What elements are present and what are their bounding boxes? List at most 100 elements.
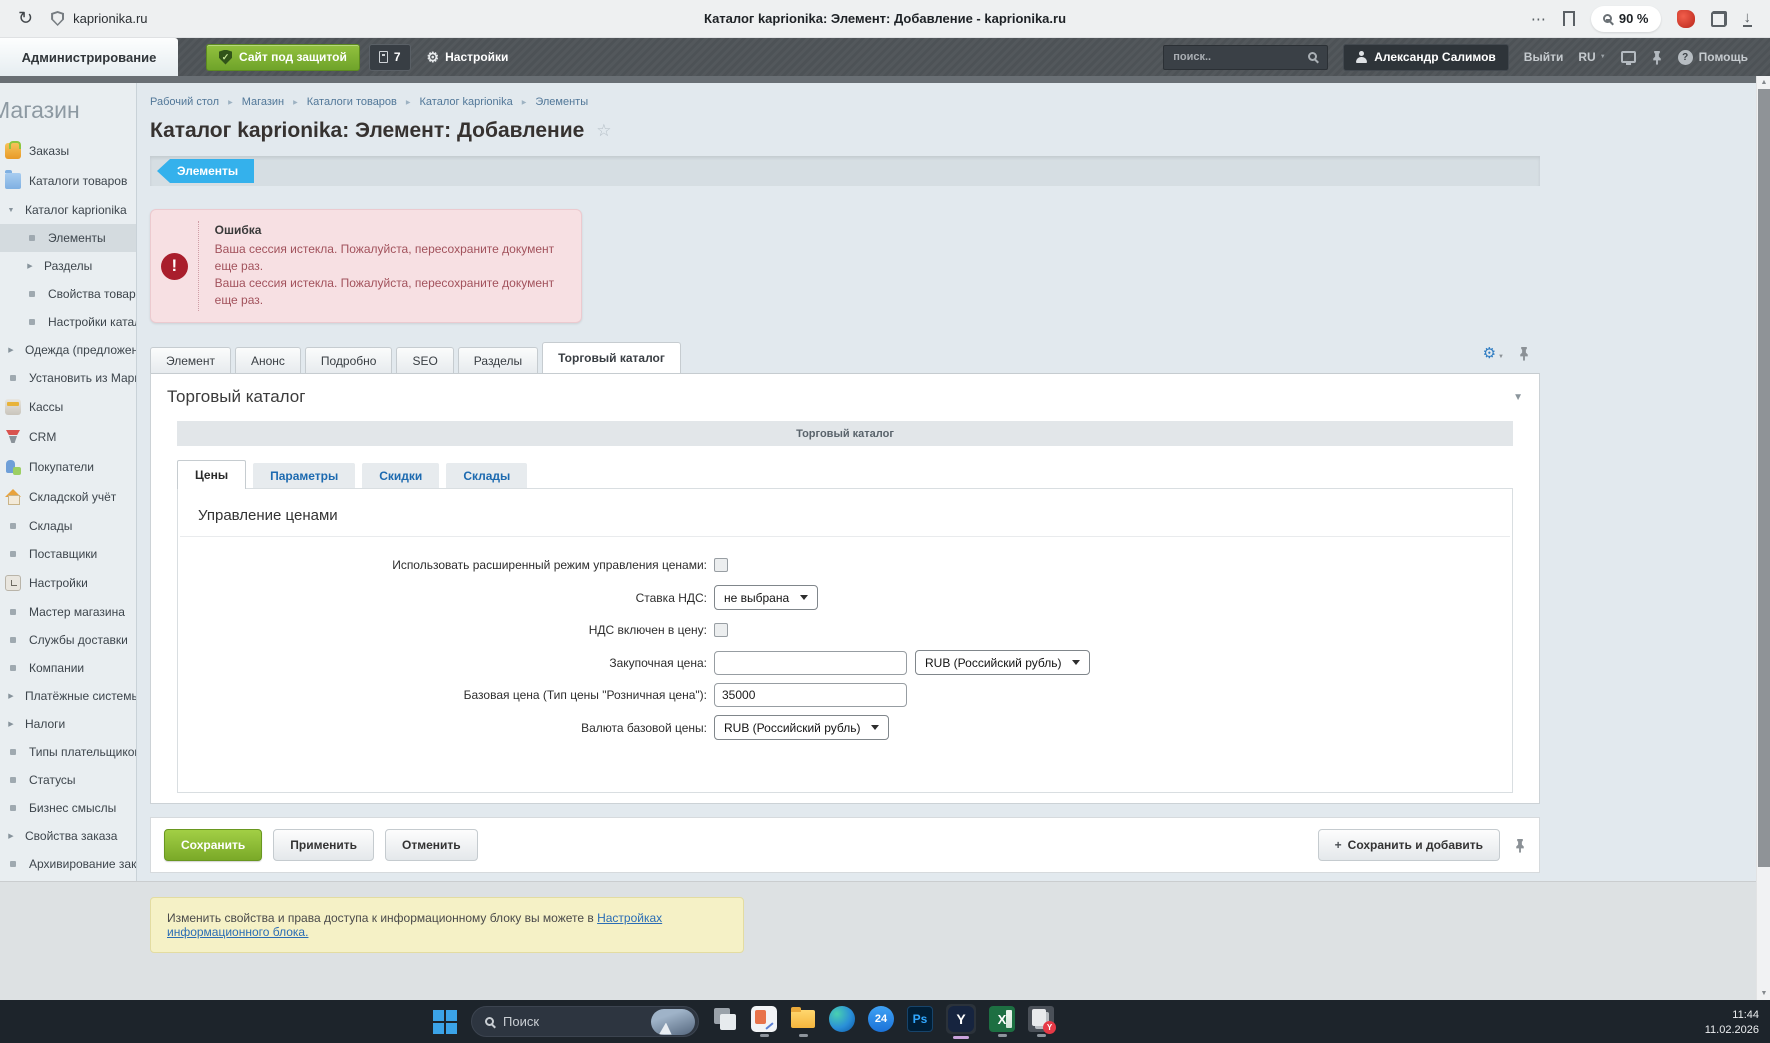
taskbar-clock[interactable]: 11:44 11.02.2026 xyxy=(1705,1008,1759,1038)
yandex-browser-button[interactable]: Y xyxy=(946,1004,976,1039)
breadcrumb-link[interactable]: Элементы xyxy=(535,96,588,108)
task-view-button[interactable] xyxy=(712,1006,738,1037)
filter-tag-elements[interactable]: Элементы xyxy=(157,159,254,183)
sidebar-item-install-marketplace[interactable]: Установить из Маркетпла xyxy=(0,364,136,392)
excel-button[interactable]: X xyxy=(989,1006,1015,1037)
pin-icon[interactable] xyxy=(1514,838,1526,853)
collapse-section-icon[interactable]: ▼ xyxy=(1513,392,1523,403)
bookmark-icon[interactable] xyxy=(1563,11,1575,26)
purchase-price-input[interactable] xyxy=(714,651,907,675)
breadcrumb-link[interactable]: Каталоги товаров xyxy=(307,96,397,108)
breadcrumb-link[interactable]: Каталог kaprionika xyxy=(420,96,513,108)
zoom-control[interactable]: 90 % xyxy=(1591,6,1661,32)
sidebar-item-product-properties[interactable]: Свойства товаров xyxy=(0,280,136,308)
save-and-add-button[interactable]: +Сохранить и добавить xyxy=(1318,829,1500,861)
cloud-app-button[interactable]: 24 xyxy=(868,1006,894,1037)
page-scrollbar[interactable]: ▲ ▼ xyxy=(1756,76,1770,1000)
sidebar-item-companies[interactable]: Компании xyxy=(0,654,136,682)
tab-details[interactable]: Подробно xyxy=(305,347,393,373)
weather-widget[interactable] xyxy=(651,1009,695,1035)
subtab-prices[interactable]: Цены xyxy=(177,460,246,489)
scrollbar-thumb[interactable] xyxy=(1758,89,1770,867)
taskbar-search[interactable]: Поиск xyxy=(471,1006,699,1037)
all-tabs-icon[interactable] xyxy=(1711,11,1727,27)
pin-icon[interactable] xyxy=(1518,346,1530,361)
sidebar-item-warehouses[interactable]: Склады xyxy=(0,512,136,540)
cancel-button[interactable]: Отменить xyxy=(385,829,478,861)
sidebar-item-statuses[interactable]: Статусы xyxy=(0,766,136,794)
sidebar-item-shop-wizard[interactable]: Мастер магазина xyxy=(0,598,136,626)
subtab-parameters[interactable]: Параметры xyxy=(253,463,355,488)
sidebar-item-payment-systems[interactable]: ▶Платёжные системы xyxy=(0,682,136,710)
vat-included-checkbox[interactable] xyxy=(714,623,728,637)
plus-icon: + xyxy=(1335,838,1342,852)
site-protected-button[interactable]: ✓ Сайт под защитой xyxy=(206,44,360,71)
sidebar-item-taxes[interactable]: ▶Налоги xyxy=(0,710,136,738)
purchase-currency-select[interactable]: RUB (Российский рубль) xyxy=(915,650,1090,675)
base-currency-select[interactable]: RUB (Российский рубль) xyxy=(714,715,889,740)
tab-seo[interactable]: SEO xyxy=(396,347,453,373)
tab-element[interactable]: Элемент xyxy=(150,347,231,373)
info-note-text: Изменить свойства и права доступа к инфо… xyxy=(167,911,597,925)
favorite-star-icon[interactable]: ☆ xyxy=(596,121,611,141)
save-button[interactable]: Сохранить xyxy=(164,829,262,861)
windows-taskbar: Поиск 24 Ps Y X 11:44 11.02.2026 xyxy=(0,1000,1770,1043)
admin-settings-button[interactable]: ⚙ Настройки xyxy=(427,49,509,66)
sidebar-item-customers[interactable]: Покупатели xyxy=(0,452,136,482)
scroll-down-icon[interactable]: ▼ xyxy=(1757,987,1770,1000)
photoshop-button[interactable]: Ps xyxy=(907,1006,933,1037)
sidebar-item-crm[interactable]: CRM xyxy=(0,422,136,452)
pin-icon[interactable] xyxy=(1651,50,1663,65)
sidebar-item-clothes-offers[interactable]: ▶Одежда (предложения) xyxy=(0,336,136,364)
admin-mode-tab[interactable]: Администрирование xyxy=(0,38,178,76)
sidebar-item-catalog-settings[interactable]: Настройки каталога xyxy=(0,308,136,336)
address-bar[interactable]: kaprionika.ru xyxy=(51,11,147,26)
reload-icon[interactable]: ↻ xyxy=(18,8,33,29)
current-user-button[interactable]: Александр Салимов xyxy=(1343,44,1509,71)
breadcrumb-link[interactable]: Рабочий стол xyxy=(150,96,219,108)
sidebar-item-cash-registers[interactable]: Кассы xyxy=(0,392,136,422)
sidebar-item-sections[interactable]: ▶Разделы xyxy=(0,252,136,280)
sidebar-item-catalog-kaprionika[interactable]: ▼Каталог kaprionika xyxy=(0,196,136,224)
tab-announce[interactable]: Анонс xyxy=(235,347,301,373)
yandex-docs-button[interactable] xyxy=(1028,1006,1054,1037)
base-price-input[interactable] xyxy=(714,683,907,707)
sidebar-item-settings[interactable]: Настройки xyxy=(0,568,136,598)
start-button[interactable] xyxy=(432,1009,458,1035)
sidebar-item-payer-types[interactable]: Типы плательщиков xyxy=(0,738,136,766)
breadcrumb-link[interactable]: Магазин xyxy=(242,96,284,108)
tab-sections[interactable]: Разделы xyxy=(458,347,538,373)
notifications-counter[interactable]: 7 xyxy=(369,44,411,71)
browser-menu-icon[interactable]: ⋯ xyxy=(1531,10,1547,28)
sidebar-item-inventory[interactable]: Складской учёт xyxy=(0,482,136,512)
snipping-tool-button[interactable] xyxy=(751,1006,777,1037)
sidebar-item-catalogs[interactable]: Каталоги товаров xyxy=(0,166,136,196)
desktop-view-icon[interactable] xyxy=(1621,51,1636,63)
running-indicator xyxy=(998,1034,1007,1037)
chevron-right-icon: ▶ xyxy=(5,720,17,728)
subtab-warehouses[interactable]: Склады xyxy=(446,463,527,488)
downloads-icon[interactable]: ↓ xyxy=(1743,11,1753,27)
language-switcher[interactable]: RU ▼ xyxy=(1578,50,1605,64)
edge-button[interactable] xyxy=(829,1006,855,1037)
admin-search-input[interactable] xyxy=(1163,45,1328,70)
file-explorer-button[interactable] xyxy=(790,1006,816,1037)
apply-button[interactable]: Применить xyxy=(273,829,374,861)
sidebar-item-delivery-services[interactable]: Службы доставки xyxy=(0,626,136,654)
vat-rate-select[interactable]: не выбрана xyxy=(714,585,818,610)
sidebar-item-order-properties[interactable]: ▶Свойства заказа xyxy=(0,822,136,850)
scroll-up-icon[interactable]: ▲ xyxy=(1757,76,1770,89)
subtab-discounts[interactable]: Скидки xyxy=(362,463,439,488)
sidebar-item-elements[interactable]: Элементы xyxy=(0,224,136,252)
extension-icon[interactable] xyxy=(1677,10,1695,28)
extended-mode-checkbox[interactable] xyxy=(714,558,728,572)
tab-trade-catalog[interactable]: Торговый каталог xyxy=(542,342,681,373)
logout-link[interactable]: Выйти xyxy=(1524,50,1564,64)
sidebar-item-orders[interactable]: Заказы xyxy=(0,136,136,166)
sidebar-item-order-archiving[interactable]: Архивирование заказов xyxy=(0,850,136,878)
chevron-right-icon: ▶ xyxy=(522,99,527,106)
tab-settings-control[interactable]: ⚙▼ xyxy=(1483,344,1504,363)
sidebar-item-suppliers[interactable]: Поставщики xyxy=(0,540,136,568)
help-button[interactable]: ? Помощь xyxy=(1678,50,1748,65)
sidebar-item-business-meanings[interactable]: Бизнес смыслы xyxy=(0,794,136,822)
